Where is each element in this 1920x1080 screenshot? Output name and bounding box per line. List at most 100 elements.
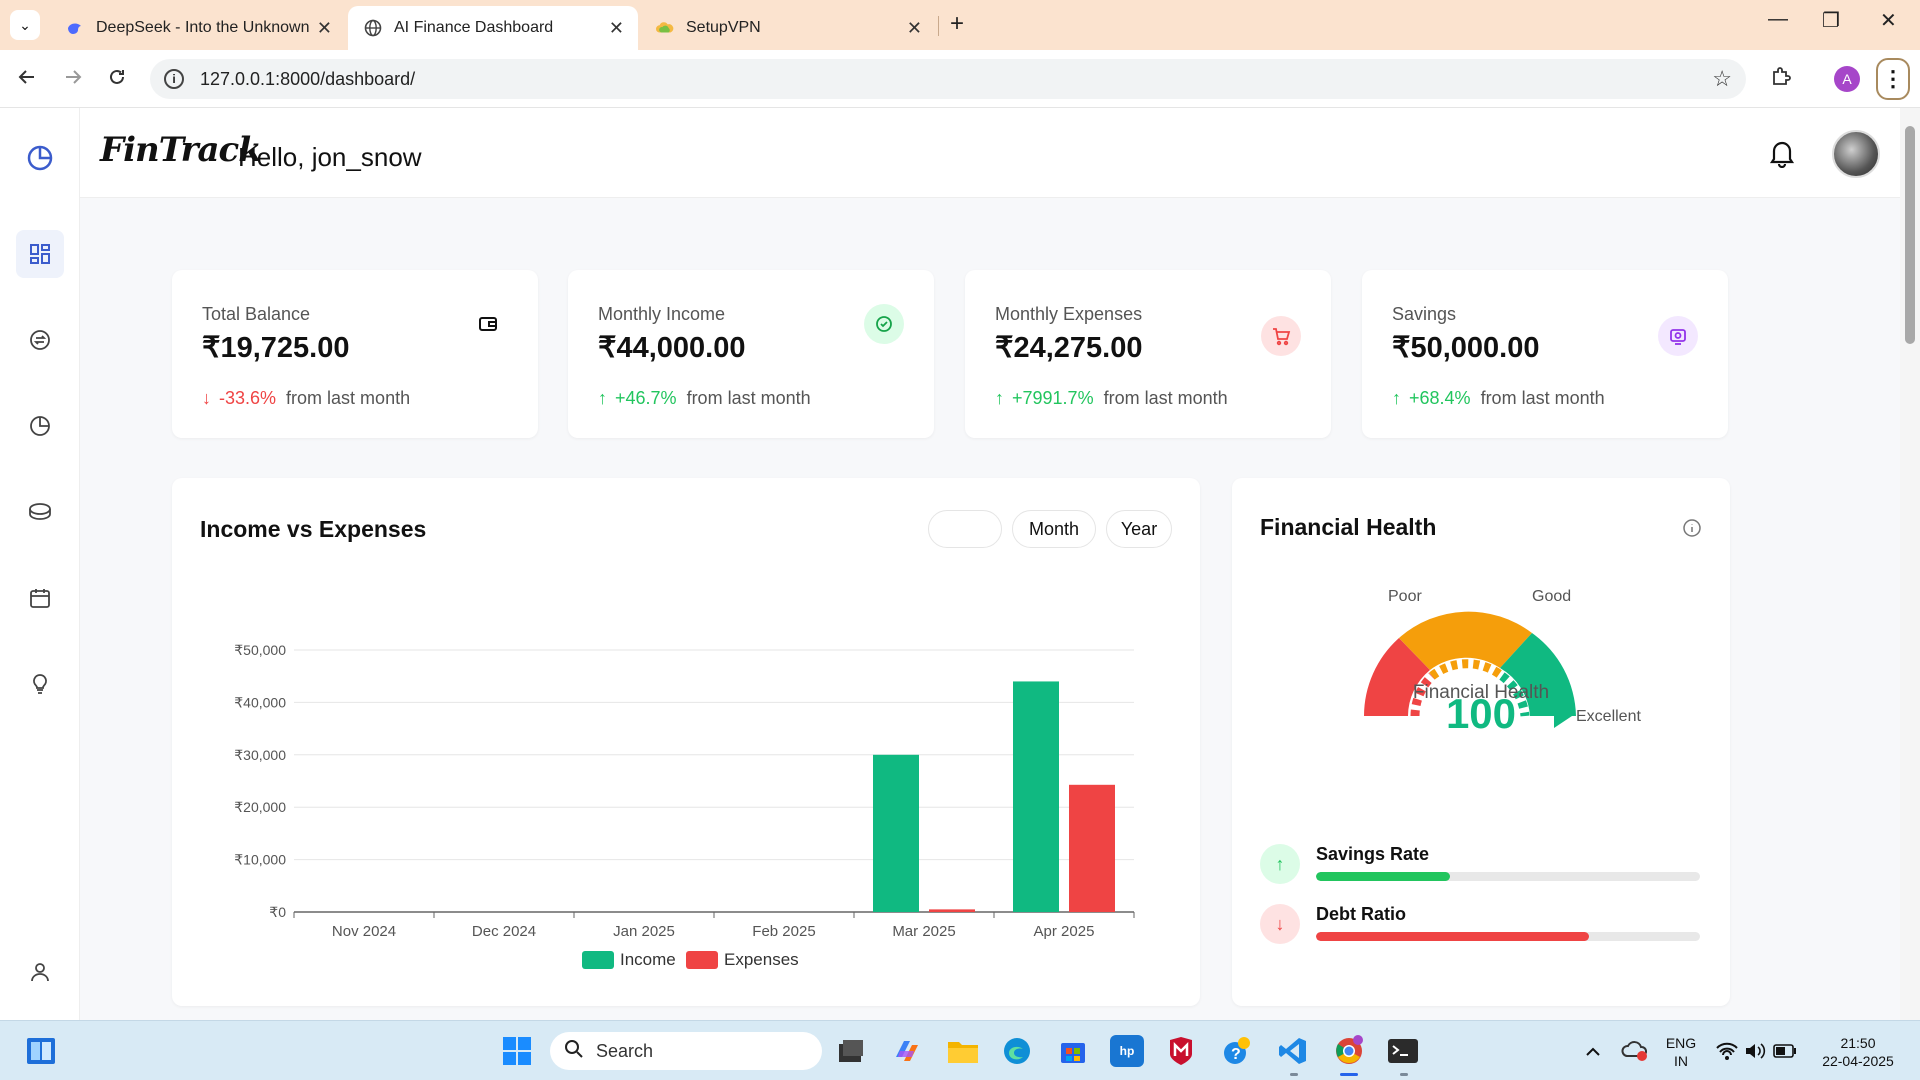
clock[interactable]: 21:50 22-04-2025 [1810, 1034, 1906, 1070]
tab-title: DeepSeek - Into the Unknown [96, 19, 310, 36]
extensions-puzzle-icon[interactable] [1770, 64, 1794, 94]
language-code: ENG [1665, 1035, 1697, 1051]
back-arrow-icon[interactable] [16, 66, 38, 94]
lightbulb-icon[interactable] [16, 660, 64, 708]
help-tips-icon[interactable]: ? [1220, 1035, 1254, 1067]
health-score: 100 [1445, 690, 1517, 737]
clock-time: 21:50 [1840, 1035, 1876, 1051]
legend-expenses[interactable]: Expenses [686, 950, 799, 970]
search-label: Search [596, 1040, 654, 1061]
tab-setupvpn[interactable]: SetupVPN ✕ [640, 6, 936, 50]
address-bar[interactable]: i 127.0.0.1:8000/dashboard/ ☆ [150, 59, 1746, 99]
scrollbar-thumb[interactable] [1905, 126, 1915, 344]
terminal-icon[interactable] [1386, 1035, 1420, 1067]
info-icon[interactable] [1682, 518, 1702, 543]
app-logo[interactable]: FinTrack [100, 130, 262, 170]
chrome-icon[interactable] [1332, 1035, 1366, 1067]
reload-icon[interactable] [106, 66, 128, 94]
x-tick-label: Jan 2025 [613, 923, 675, 940]
running-indicator [1290, 1073, 1298, 1076]
deepseek-favicon-icon [66, 19, 84, 37]
y-tick-label: ₹40,000 [234, 694, 286, 710]
dashboard-icon[interactable] [16, 230, 64, 278]
volume-icon[interactable] [1738, 1035, 1772, 1067]
tab-ai-finance-dashboard[interactable]: AI Finance Dashboard ✕ [348, 6, 638, 50]
minimize-button[interactable]: — [1768, 8, 1788, 31]
piggy-icon [1658, 316, 1698, 356]
bar-income [1013, 681, 1059, 912]
notification-bell-icon[interactable] [1768, 138, 1796, 173]
check-circle-icon [864, 304, 904, 344]
greeting-text: Hello, jon_snow [238, 142, 422, 172]
x-tick-label: Apr 2025 [1034, 923, 1095, 940]
language-indicator[interactable]: ENG IN [1664, 1034, 1698, 1070]
stat-change-percent: +68.4% [1409, 388, 1471, 408]
analytics-icon[interactable] [16, 402, 64, 450]
copilot-icon[interactable] [890, 1035, 924, 1067]
task-view-icon[interactable] [834, 1035, 868, 1067]
metric-label: Debt Ratio [1316, 904, 1406, 924]
url-text: 127.0.0.1:8000/dashboard/ [200, 68, 416, 89]
bookmark-star-icon[interactable]: ☆ [1712, 66, 1732, 92]
legend-income[interactable]: Income [582, 950, 676, 970]
new-tab-button[interactable]: + [950, 10, 964, 38]
tab-close-icon[interactable]: ✕ [907, 18, 922, 39]
stat-change-percent: -33.6% [219, 388, 277, 408]
windows-start-icon[interactable] [500, 1035, 534, 1067]
legend-swatch [686, 951, 718, 969]
microsoft-store-icon[interactable] [1056, 1035, 1090, 1067]
restore-button[interactable]: ❐ [1822, 8, 1840, 33]
edge-browser-icon[interactable] [1000, 1035, 1034, 1067]
bar-expenses [929, 909, 975, 912]
legend-label: Income [620, 950, 676, 969]
mcafee-icon[interactable] [1164, 1035, 1198, 1067]
stat-change: ↑ +46.7% from last month [598, 388, 811, 409]
running-indicator [1400, 1073, 1408, 1076]
vpn-favicon-icon [656, 19, 674, 37]
vscode-icon[interactable] [1276, 1035, 1310, 1067]
battery-icon[interactable] [1768, 1035, 1802, 1067]
y-tick-label: ₹50,000 [234, 642, 286, 658]
x-tick-label: Nov 2024 [332, 923, 396, 940]
active-indicator [1340, 1073, 1358, 1076]
file-explorer-icon[interactable] [946, 1035, 980, 1067]
profile-avatar[interactable]: A [1834, 66, 1860, 92]
taskbar-search-box[interactable]: Search [550, 1032, 822, 1070]
arrow-down-icon: ↓ [202, 388, 211, 408]
window-close-button[interactable]: ✕ [1880, 8, 1897, 33]
tab-close-icon[interactable]: ✕ [317, 18, 332, 39]
myhp-icon[interactable]: hp [1110, 1035, 1144, 1067]
browser-menu-button[interactable]: ⋮ [1876, 58, 1910, 100]
calendar-icon[interactable] [16, 574, 64, 622]
x-tick-label: Feb 2025 [752, 923, 815, 940]
show-hidden-icons-chevron-icon[interactable] [1576, 1035, 1610, 1067]
monthly-expenses-card: Monthly Expenses ₹24,275.00 ↑ +7991.7% f… [965, 270, 1331, 438]
stat-change: ↓ -33.6% from last month [202, 388, 410, 409]
widgets-icon[interactable] [24, 1035, 58, 1067]
monthly-income-card: Monthly Income ₹44,000.00 ↑ +46.7% from … [568, 270, 934, 438]
stat-value: ₹50,000.00 [1392, 332, 1540, 364]
onedrive-status-icon[interactable] [1618, 1035, 1652, 1067]
income-vs-expenses-card: Income vs Expenses Month Year ₹0 ₹10,000 ₹… [172, 478, 1200, 1006]
exchange-icon[interactable] [16, 316, 64, 364]
user-icon[interactable] [16, 948, 64, 996]
stat-value: ₹19,725.00 [202, 332, 350, 364]
tab-close-icon[interactable]: ✕ [609, 18, 624, 39]
site-info-icon[interactable]: i [164, 69, 184, 89]
tab-deepseek[interactable]: DeepSeek - Into the Unknown ✕ [50, 6, 346, 50]
stat-title: Monthly Income [598, 304, 726, 324]
total-balance-card: Total Balance ₹19,725.00 ↓ -33.6% from l… [172, 270, 538, 438]
income-expenses-bar-chart: ₹0 ₹10,000 ₹20,000 ₹30,000 ₹40,000 ₹50,000 Nov… [234, 642, 1135, 940]
forward-arrow-icon[interactable] [62, 66, 84, 94]
stat-change-label: from last month [1480, 388, 1605, 408]
pie-chart-icon[interactable] [16, 134, 64, 182]
coins-icon[interactable] [16, 488, 64, 536]
gauge-label-good: Good [1532, 588, 1572, 605]
y-tick-label: ₹30,000 [234, 747, 286, 763]
stat-value: ₹44,000.00 [598, 332, 746, 364]
y-tick-label: ₹10,000 [234, 852, 286, 868]
user-avatar[interactable] [1832, 130, 1880, 178]
financial-health-card: Financial Health Poor Good Excellent Fin… [1232, 478, 1730, 1006]
x-tick-label: Dec 2024 [472, 923, 536, 940]
tab-search-button[interactable]: ⌄ [10, 10, 40, 40]
